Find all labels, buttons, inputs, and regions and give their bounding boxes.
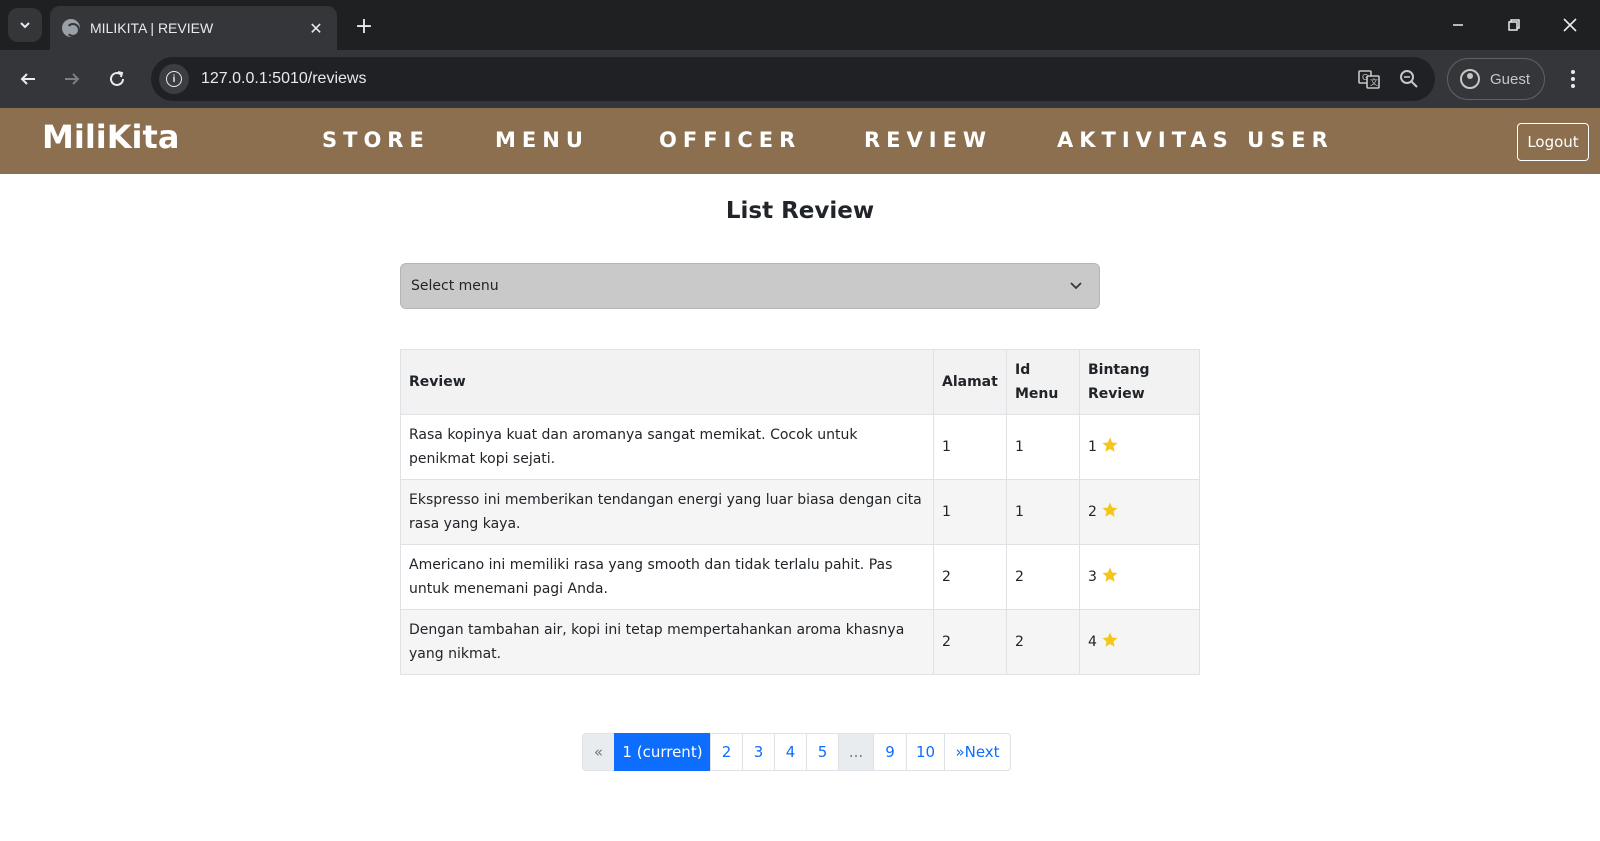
alamat-cell: 2	[933, 609, 1007, 675]
nav-link-store[interactable]: STORE	[322, 128, 430, 152]
new-tab-button[interactable]: +	[350, 12, 378, 40]
pagination-ellipsis: ...	[838, 733, 874, 771]
restore-icon[interactable]	[1499, 10, 1529, 40]
pagination-prev: «	[582, 733, 615, 771]
browser-toolbar: i 127.0.0.1:5010/reviews G文 Guest	[0, 50, 1600, 108]
rating-cell: 1	[1079, 414, 1200, 480]
pagination-current-page: 1 (current)	[614, 733, 711, 771]
chevron-down-icon	[1070, 282, 1082, 290]
id-menu-cell: 2	[1006, 544, 1080, 610]
rating-cell: 4	[1079, 609, 1200, 675]
id-menu-cell: 1	[1006, 414, 1080, 480]
reload-button[interactable]	[102, 64, 132, 94]
pagination-page-link[interactable]: 10	[906, 733, 945, 771]
rating-cell: 3	[1079, 544, 1200, 610]
menu-select[interactable]: Select menu	[400, 263, 1100, 309]
header-alamat: Alamat	[933, 349, 1007, 415]
review-text: Ekspresso ini memberikan tendangan energ…	[400, 479, 934, 545]
browser-menu-icon[interactable]	[1558, 64, 1588, 94]
star-icon	[1102, 567, 1118, 582]
nav-link-aktivitas-user[interactable]: AKTIVITAS USER	[1057, 128, 1334, 152]
alamat-cell: 1	[933, 414, 1007, 480]
forward-button[interactable]	[57, 64, 87, 94]
star-icon	[1102, 632, 1118, 647]
site-navbar: MiliKita STORE MENU OFFICER REVIEW AKTIV…	[0, 108, 1600, 174]
svg-text:文: 文	[1370, 77, 1378, 87]
table-row: Ekspresso ini memberikan tendangan energ…	[400, 479, 1200, 545]
rating-cell: 2	[1079, 479, 1200, 545]
alamat-cell: 2	[933, 544, 1007, 610]
arrow-right-icon	[65, 73, 80, 85]
avatar-icon	[1460, 69, 1480, 89]
pagination-page-link[interactable]: 3	[742, 733, 775, 771]
id-menu-cell: 2	[1006, 609, 1080, 675]
pagination-page-link[interactable]: 5	[806, 733, 839, 771]
rating-value: 4	[1088, 634, 1097, 650]
pagination: « 1 (current) 2 3 4 5 ... 9 10 »Next	[582, 733, 1011, 771]
tab-title: MILIKITA | REVIEW	[90, 20, 214, 36]
table-row: Dengan tambahan air, kopi ini tetap memp…	[400, 609, 1200, 675]
browser-tab[interactable]: MILIKITA | REVIEW ✕	[50, 6, 337, 50]
reload-icon	[110, 71, 124, 86]
star-icon	[1102, 437, 1118, 452]
nav-link-menu[interactable]: MENU	[495, 128, 589, 152]
browser-tabstrip: MILIKITA | REVIEW ✕ +	[0, 0, 1600, 50]
pagination-page-link[interactable]: 9	[873, 733, 907, 771]
close-window-icon[interactable]	[1555, 10, 1585, 40]
rating-value: 1	[1088, 439, 1097, 455]
pagination-next[interactable]: »Next	[944, 733, 1011, 771]
nav-link-officer[interactable]: OFFICER	[659, 128, 801, 152]
table-row: Rasa kopinya kuat dan aromanya sangat me…	[400, 414, 1200, 480]
tab-search-button[interactable]	[8, 8, 42, 42]
page-title: List Review	[725, 198, 875, 224]
site-info-icon[interactable]: i	[159, 64, 189, 94]
profile-label: Guest	[1490, 70, 1531, 88]
pagination-page-link[interactable]: 4	[774, 733, 807, 771]
translate-icon[interactable]: G文	[1355, 65, 1383, 93]
zoom-icon[interactable]	[1395, 65, 1423, 93]
arrow-left-icon	[20, 73, 35, 85]
address-bar[interactable]: i 127.0.0.1:5010/reviews G文	[151, 57, 1435, 101]
globe-icon	[62, 19, 80, 37]
chevron-down-icon	[20, 22, 30, 29]
url-text[interactable]: 127.0.0.1:5010/reviews	[201, 70, 1355, 88]
back-button[interactable]	[13, 64, 43, 94]
pagination-page-link[interactable]: 2	[710, 733, 743, 771]
header-review: Review	[400, 349, 934, 415]
rating-value: 2	[1088, 504, 1097, 520]
id-menu-cell: 1	[1006, 479, 1080, 545]
logout-button[interactable]: Logout	[1517, 123, 1589, 161]
review-text: Americano ini memiliki rasa yang smooth …	[400, 544, 934, 610]
rating-value: 3	[1088, 569, 1097, 585]
review-text: Dengan tambahan air, kopi ini tetap memp…	[400, 609, 934, 675]
alamat-cell: 1	[933, 479, 1007, 545]
profile-button[interactable]: Guest	[1447, 58, 1545, 100]
table-row: Americano ini memiliki rasa yang smooth …	[400, 544, 1200, 610]
header-bintang-review: Bintang Review	[1079, 349, 1200, 415]
brand-logo[interactable]: MiliKita	[42, 118, 179, 156]
reviews-table: Review Alamat Id Menu Bintang Review Ras…	[400, 349, 1200, 675]
header-id-menu: Id Menu	[1006, 349, 1080, 415]
close-tab-icon[interactable]: ✕	[305, 17, 327, 39]
nav-link-review[interactable]: REVIEW	[864, 128, 992, 152]
svg-text:G: G	[1362, 73, 1368, 82]
minimize-icon[interactable]	[1443, 10, 1473, 40]
review-text: Rasa kopinya kuat dan aromanya sangat me…	[400, 414, 934, 480]
star-icon	[1102, 502, 1118, 517]
menu-select-value: Select menu	[411, 278, 499, 294]
table-header-row: Review Alamat Id Menu Bintang Review	[400, 349, 1200, 415]
